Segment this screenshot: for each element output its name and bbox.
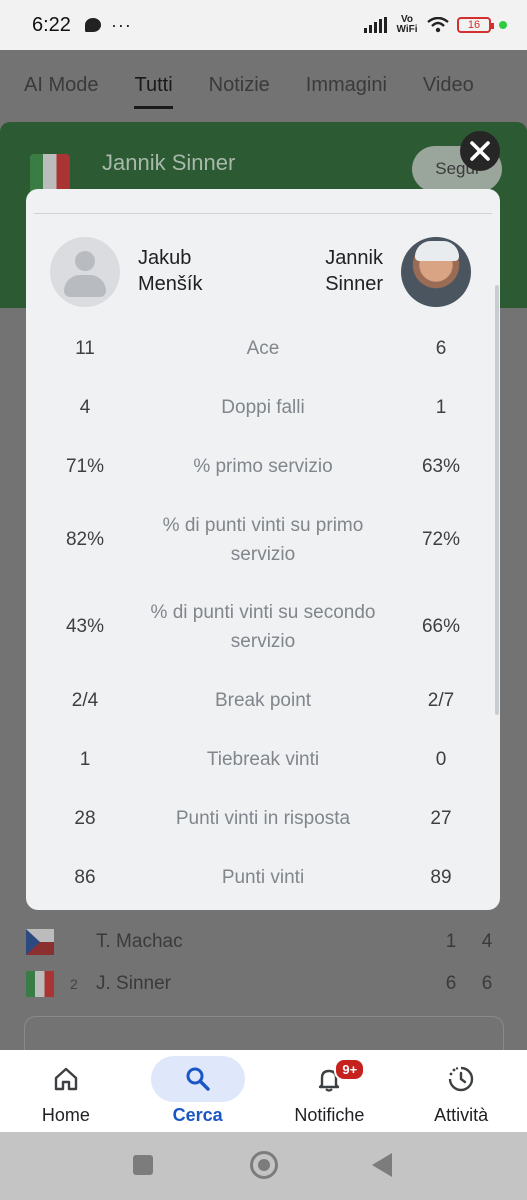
italy-flag-icon	[30, 154, 70, 194]
stat-label: Ace	[246, 338, 280, 359]
stat-player2-value: 2/7	[427, 689, 455, 711]
signal-icon	[364, 17, 387, 33]
stat-player2-value: 72%	[421, 528, 461, 550]
stat-player2-value: 89	[430, 866, 452, 888]
stat-player2-value: 63%	[421, 455, 461, 477]
hero-player-name: Jannik Sinner	[102, 150, 236, 175]
match-row: 2 J. Sinner 6 6	[0, 964, 527, 1004]
player2-avatar	[401, 237, 471, 307]
stat-player1-value: 4	[79, 396, 91, 418]
players-header: Jakub Menšík Jannik Sinner	[26, 237, 500, 309]
stat-row: 82% % di punti vinti su primo servizio 7…	[26, 496, 500, 583]
match-row: T. Machac 1 4	[0, 922, 527, 962]
nav-label-activity: Attività	[434, 1105, 489, 1125]
battery-icon: 16	[457, 17, 494, 33]
stat-row: 71% % primo servizio 63%	[26, 437, 500, 496]
stat-player1-value: 28	[74, 807, 96, 829]
stat-player1-value: 11	[75, 337, 95, 359]
nav-label-search: Cerca	[172, 1105, 223, 1125]
search-icon	[186, 1067, 210, 1091]
czech-flag-icon	[26, 929, 54, 955]
player1-name: Jakub Menšík	[138, 245, 202, 297]
stat-row: 28 Punti vinti in risposta 27	[26, 789, 500, 848]
seed: 2	[70, 976, 78, 992]
player2-name: Jannik Sinner	[325, 245, 383, 297]
battery-level: 16	[467, 19, 481, 31]
more-notifications-icon: ···	[110, 14, 132, 35]
chat-notification-icon	[84, 18, 101, 32]
stat-player1-value: 43%	[65, 616, 105, 637]
italy-flag-icon	[26, 971, 54, 997]
player1-first-name: Jakub	[138, 247, 192, 269]
system-navigation-bar	[0, 1132, 527, 1200]
tab-notizie[interactable]: Notizie	[209, 74, 270, 97]
tab-tutti[interactable]: Tutti	[134, 74, 173, 109]
stat-player2-value: 27	[430, 807, 452, 829]
stat-row: 1 Tiebreak vinti 0	[26, 730, 500, 789]
nav-item-activity[interactable]: Attività	[395, 1050, 527, 1132]
recents-button[interactable]	[133, 1155, 153, 1175]
stat-row: 11 Ace 6	[26, 319, 500, 378]
player1-avatar	[50, 237, 120, 307]
player1-last-name: Menšík	[138, 273, 203, 295]
stat-label: % di punti vinti su primo servizio	[162, 514, 364, 565]
divider	[34, 213, 492, 214]
stat-player2-value: 6	[435, 337, 447, 359]
activity-icon	[448, 1066, 474, 1092]
status-time: 6:22	[32, 13, 71, 36]
set-score: 4	[481, 931, 493, 952]
notification-badge: 9+	[334, 1058, 366, 1081]
tab-ai-mode[interactable]: AI Mode	[24, 74, 98, 97]
tab-immagini[interactable]: Immagini	[306, 74, 387, 97]
bottom-navigation: Home Cerca 9+ Notifiche Attività	[0, 1050, 527, 1132]
stat-player1-value: 86	[74, 866, 96, 888]
stat-row: 86 Punti vinti 89	[26, 848, 500, 907]
set-score: 6	[481, 973, 493, 994]
player2-first-name: Jannik	[325, 247, 383, 269]
privacy-indicator	[499, 21, 507, 29]
nav-label-notifications: Notifiche	[294, 1105, 365, 1125]
stat-label: Punti vinti in risposta	[175, 808, 351, 829]
stats-table: 11 Ace 6 4 Doppi falli 1 71% % primo ser…	[26, 319, 500, 907]
close-button[interactable]	[460, 131, 500, 171]
set-score: 1	[445, 931, 457, 952]
nav-item-search[interactable]: Cerca	[132, 1050, 264, 1132]
stat-label: Tiebreak vinti	[206, 749, 320, 770]
player2-last-name: Sinner	[325, 273, 383, 295]
status-bar: 6:22 ··· Vo WiFi 16	[0, 0, 527, 50]
stat-player1-value: 71%	[65, 455, 105, 477]
nav-label-home: Home	[41, 1105, 90, 1125]
stat-row: 2/4 Break point 2/7	[26, 671, 500, 730]
nav-item-home[interactable]: Home	[0, 1050, 132, 1132]
tab-video[interactable]: Video	[423, 74, 474, 97]
stat-player2-value: 66%	[421, 616, 461, 637]
stat-player1-value: 82%	[65, 528, 105, 550]
stat-player1-value: 1	[79, 748, 91, 770]
stat-label: Doppi falli	[221, 397, 305, 418]
close-icon	[470, 141, 490, 161]
wifi-icon	[427, 17, 449, 33]
stat-player1-value: 2/4	[71, 689, 99, 711]
home-icon	[54, 1067, 78, 1091]
set-score: 6	[445, 973, 457, 994]
back-button[interactable]	[372, 1153, 392, 1177]
stat-label: % di punti vinti su secondo servizio	[150, 602, 376, 652]
vowifi-indicator: Vo WiFi	[396, 14, 418, 35]
stat-label: Punti vinti	[221, 867, 305, 888]
stat-player2-value: 0	[435, 748, 447, 770]
stat-row: 43% % di punti vinti su secondo servizio…	[26, 583, 500, 671]
player-name: J. Sinner	[96, 973, 171, 994]
stat-row: 4 Doppi falli 1	[26, 378, 500, 437]
stat-label: % primo servizio	[193, 456, 333, 477]
stat-player2-value: 1	[435, 396, 447, 418]
nav-item-notifications[interactable]: 9+ Notifiche	[264, 1050, 396, 1132]
match-stats-dialog: Jakub Menšík Jannik Sinner 11 Ace 6 4 Do…	[26, 189, 500, 910]
stat-label: Break point	[214, 690, 312, 711]
search-tabs: AI Mode Tutti Notizie Immagini Video	[0, 50, 527, 120]
home-button[interactable]	[250, 1151, 278, 1179]
player-name: T. Machac	[96, 931, 183, 952]
